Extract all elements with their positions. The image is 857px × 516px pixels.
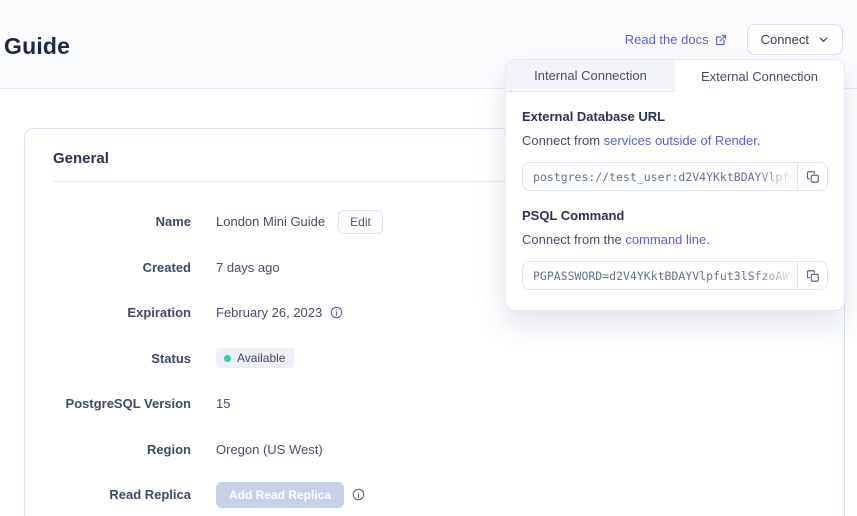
connect-button-label: Connect bbox=[761, 32, 809, 47]
psql-command-heading: PSQL Command bbox=[522, 208, 828, 223]
status-dot-icon bbox=[224, 355, 231, 362]
psql-command-desc: Connect from the command line. bbox=[522, 232, 828, 247]
row-read-replica: Read Replica Add Read Replica bbox=[53, 472, 816, 516]
external-database-url-desc: Connect from services outside of Render. bbox=[522, 133, 828, 148]
row-value: 7 days ago bbox=[216, 260, 280, 275]
copy-icon bbox=[806, 269, 820, 283]
command-line-link[interactable]: command line bbox=[625, 232, 706, 247]
psql-command-value[interactable]: PGPASSWORD=d2V4YKktBDAYVlpfut3lSfzoAWhwb… bbox=[523, 262, 797, 289]
expiration-info-icon[interactable] bbox=[330, 306, 343, 319]
read-replica-info-icon[interactable] bbox=[352, 488, 365, 501]
row-label: Status bbox=[53, 351, 191, 366]
external-database-url-field: postgres://test_user:d2V4YKktBDAYVlpfut3… bbox=[522, 162, 828, 191]
services-outside-render-link[interactable]: services outside of Render bbox=[604, 133, 757, 148]
row-label: Created bbox=[53, 260, 191, 275]
row-label: Expiration bbox=[53, 305, 191, 320]
page-title: Guide bbox=[4, 33, 70, 60]
row-value: London Mini Guide bbox=[216, 214, 325, 229]
connect-popover: Internal Connection External Connection … bbox=[505, 59, 845, 311]
row-status: Status Available bbox=[53, 336, 816, 382]
row-region: Region Oregon (US West) bbox=[53, 427, 816, 473]
connect-button[interactable]: Connect bbox=[747, 24, 843, 55]
add-read-replica-button[interactable]: Add Read Replica bbox=[216, 482, 344, 508]
status-badge: Available bbox=[216, 348, 294, 368]
popover-body: External Database URL Connect from servi… bbox=[506, 92, 844, 310]
row-label: Read Replica bbox=[53, 487, 191, 502]
psql-command-field: PGPASSWORD=d2V4YKktBDAYVlpfut3lSfzoAWhwb… bbox=[522, 261, 828, 290]
tab-internal-connection[interactable]: Internal Connection bbox=[506, 60, 675, 92]
copy-psql-command-button[interactable] bbox=[797, 262, 827, 289]
edit-name-button[interactable]: Edit bbox=[338, 210, 383, 234]
row-label: PostgreSQL Version bbox=[53, 396, 191, 411]
row-value: 15 bbox=[216, 396, 230, 411]
row-value: Oregon (US West) bbox=[216, 442, 323, 457]
header-actions: Read the docs Connect bbox=[625, 24, 843, 55]
row-value: February 26, 2023 bbox=[216, 305, 322, 320]
row-postgresql-version: PostgreSQL Version 15 bbox=[53, 381, 816, 427]
external-database-url-value[interactable]: postgres://test_user:d2V4YKktBDAYVlpfut3… bbox=[523, 163, 797, 190]
row-label: Name bbox=[53, 214, 191, 229]
chevron-down-icon bbox=[818, 34, 829, 45]
external-link-icon bbox=[715, 34, 727, 46]
copy-icon bbox=[806, 170, 820, 184]
popover-tabs: Internal Connection External Connection bbox=[506, 60, 844, 92]
docs-link-label: Read the docs bbox=[625, 32, 709, 47]
status-badge-label: Available bbox=[237, 351, 285, 365]
copy-external-url-button[interactable] bbox=[797, 163, 827, 190]
read-the-docs-link[interactable]: Read the docs bbox=[625, 32, 727, 47]
tab-external-connection[interactable]: External Connection bbox=[675, 60, 844, 92]
external-database-url-heading: External Database URL bbox=[522, 109, 828, 124]
row-label: Region bbox=[53, 442, 191, 457]
page: Guide Read the docs Connect bbox=[0, 0, 857, 516]
